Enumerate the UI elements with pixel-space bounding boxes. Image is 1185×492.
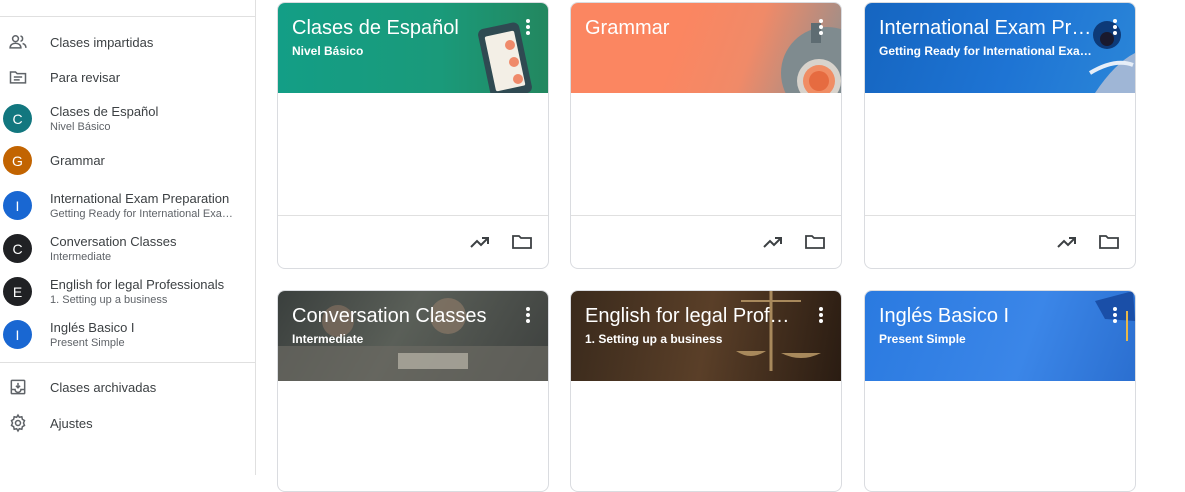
sidebar-course-clases-de-espanol[interactable]: C Clases de Español Nivel Básico xyxy=(0,99,255,139)
nav-label: Clases impartidas xyxy=(50,34,154,50)
course-section: Nivel Básico xyxy=(50,121,111,133)
trending-up-icon[interactable] xyxy=(1055,230,1079,254)
sidebar-course-english-legal[interactable]: E English for legal Professionals 1. Set… xyxy=(0,272,255,312)
card-banner: Grammar xyxy=(571,3,841,93)
card-title[interactable]: Conversation Classes xyxy=(292,305,507,328)
nav-para-revisar[interactable]: Para revisar xyxy=(0,59,255,95)
nav-clases-impartidas[interactable]: Clases impartidas xyxy=(0,24,255,60)
avatar: C xyxy=(3,234,32,263)
card-section: Intermediate xyxy=(292,332,364,346)
trending-up-icon[interactable] xyxy=(761,230,785,254)
card-banner: English for legal Professionals 1. Setti… xyxy=(571,291,841,381)
avatar: E xyxy=(3,277,32,306)
archive-icon xyxy=(7,376,29,398)
card-banner: International Exam Preparation Getting R… xyxy=(865,3,1135,93)
more-vert-icon[interactable] xyxy=(1107,17,1123,37)
course-name: Inglés Basico I xyxy=(50,320,135,335)
card-footer xyxy=(571,215,841,268)
nav-clases-archivadas[interactable]: Clases archivadas xyxy=(0,369,255,405)
folder-icon[interactable] xyxy=(1097,230,1121,254)
course-card[interactable]: Conversation Classes Intermediate xyxy=(277,290,549,492)
course-card[interactable]: Clases de Español Nivel Básico xyxy=(277,2,549,269)
sidebar-course-international-exam[interactable]: I International Exam Preparation Getting… xyxy=(0,186,255,226)
card-section: Nivel Básico xyxy=(292,44,364,58)
course-section: Present Simple xyxy=(50,337,125,349)
settings-icon xyxy=(7,412,29,434)
course-name: Clases de Español xyxy=(50,104,159,119)
divider xyxy=(0,16,255,17)
more-vert-icon[interactable] xyxy=(1107,305,1123,325)
course-section: 1. Setting up a business xyxy=(50,294,168,306)
course-section: Getting Ready for International Exams! xyxy=(50,208,236,220)
card-section: 1. Setting up a business xyxy=(585,332,723,346)
course-card[interactable]: English for legal Professionals 1. Setti… xyxy=(570,290,842,492)
folder-icon[interactable] xyxy=(510,230,534,254)
divider xyxy=(0,362,255,363)
nav-ajustes[interactable]: Ajustes xyxy=(0,405,255,441)
people-icon xyxy=(7,31,29,53)
avatar: G xyxy=(3,146,32,175)
more-vert-icon[interactable] xyxy=(520,305,536,325)
review-folder-icon xyxy=(7,66,29,88)
course-section: Intermediate xyxy=(50,251,112,263)
card-footer xyxy=(865,215,1135,268)
more-vert-icon[interactable] xyxy=(520,17,536,37)
card-title[interactable]: Inglés Basico I xyxy=(879,305,1094,328)
card-section: Present Simple xyxy=(879,332,966,346)
sidebar-course-conversation-classes[interactable]: C Conversation Classes Intermediate xyxy=(0,229,255,269)
card-banner: Clases de Español Nivel Básico xyxy=(278,3,548,93)
course-card[interactable]: Inglés Basico I Present Simple xyxy=(864,290,1136,492)
trending-up-icon[interactable] xyxy=(468,230,492,254)
card-title[interactable]: English for legal Professionals xyxy=(585,305,800,328)
course-card[interactable]: International Exam Preparation Getting R… xyxy=(864,2,1136,269)
more-vert-icon[interactable] xyxy=(813,305,829,325)
card-footer xyxy=(278,215,548,268)
nav-label: Clases archivadas xyxy=(50,379,157,395)
avatar: C xyxy=(3,104,32,133)
card-banner: Inglés Basico I Present Simple xyxy=(865,291,1135,381)
course-name: International Exam Preparation xyxy=(50,191,230,206)
card-section: Getting Ready for International Exams! xyxy=(879,44,1099,58)
course-name: Conversation Classes xyxy=(50,234,177,249)
sidebar-course-ingles-basico[interactable]: I Inglés Basico I Present Simple xyxy=(0,315,255,355)
sidebar-course-grammar[interactable]: G Grammar xyxy=(0,141,255,181)
card-title[interactable]: Grammar xyxy=(585,17,800,40)
nav-label: Para revisar xyxy=(50,69,121,85)
folder-icon[interactable] xyxy=(803,230,827,254)
avatar: I xyxy=(3,320,32,349)
course-card[interactable]: Grammar xyxy=(570,2,842,269)
card-banner: Conversation Classes Intermediate xyxy=(278,291,548,381)
card-title[interactable]: Clases de Español xyxy=(292,17,507,40)
course-name: English for legal Professionals xyxy=(50,277,225,292)
sidebar: Clases impartidas Para revisar C Clases … xyxy=(0,0,256,475)
nav-label: Ajustes xyxy=(50,415,93,431)
course-name: Grammar xyxy=(50,153,105,168)
avatar: I xyxy=(3,191,32,220)
more-vert-icon[interactable] xyxy=(813,17,829,37)
card-title[interactable]: International Exam Preparation xyxy=(879,17,1094,40)
